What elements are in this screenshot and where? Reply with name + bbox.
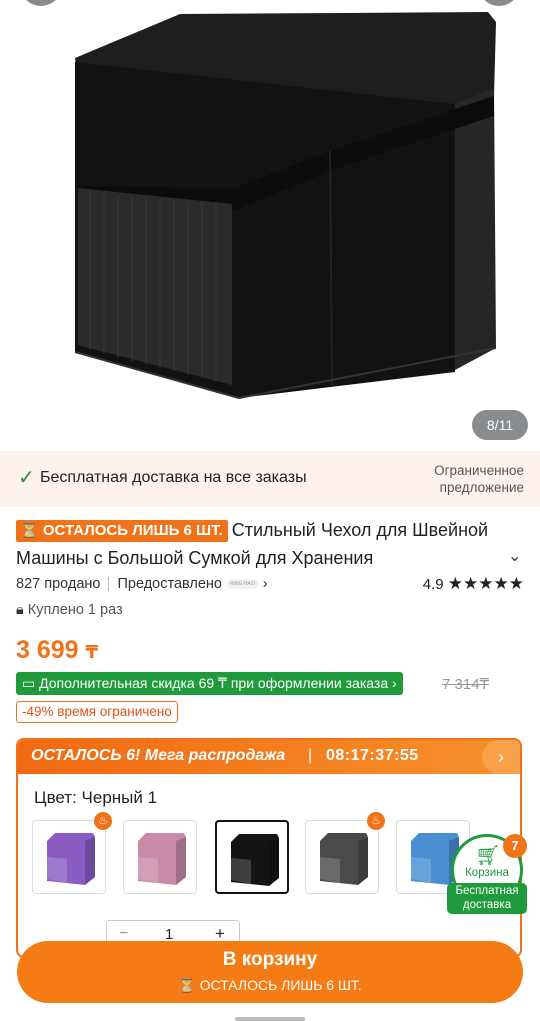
provider-logo: RING HAO	[226, 579, 259, 590]
color-swatch-pink[interactable]	[123, 820, 197, 894]
price-value: 3 699	[16, 636, 79, 664]
chevron-right-icon: ›	[392, 675, 397, 691]
hot-flame-icon: ♨	[94, 812, 112, 830]
rating-value: 4.9	[422, 576, 444, 593]
product-title[interactable]: ⏳ ОСТАЛОСЬ ЛИШЬ 6 ШТ. Стильный Чехол для …	[16, 516, 496, 572]
bought-info: 🔒︎ Куплено 1 раз	[16, 602, 123, 618]
star-icons: ★★★★★	[447, 574, 524, 593]
old-price: 7 314₸	[442, 676, 490, 693]
color-swatch-black[interactable]	[215, 820, 289, 894]
color-swatch-gray[interactable]	[305, 820, 379, 894]
check-icon: ✓	[18, 467, 35, 489]
hourglass-icon: ⏳	[178, 977, 196, 993]
color-swatch-purple[interactable]	[32, 820, 106, 894]
expand-title-chevron-icon[interactable]: ⌄	[508, 546, 521, 566]
product-image[interactable]: 8/11	[0, 0, 540, 448]
cart-count: 7	[503, 834, 527, 858]
stock-badge-text: ОСТАЛОСЬ ЛИШЬ 6 ШТ.	[42, 522, 223, 539]
add-to-cart-label: В корзину	[222, 949, 318, 970]
provided-by-label: Предоставлено	[117, 576, 223, 592]
free-shipping-text: Бесплатная доставка на все заказы	[40, 469, 307, 486]
limited-offer-text: Ограниченное предложение	[434, 463, 524, 495]
bought-text: Куплено 1 раз	[27, 602, 123, 618]
chevron-right-icon[interactable]: ›	[482, 740, 520, 774]
free-shipping-tag: Бесплатная доставка	[447, 883, 527, 914]
price-currency: ₸	[85, 642, 99, 662]
sales-info: 827 продано Предоставлено RING HAO ›	[16, 576, 268, 592]
flash-sale-label: ОСТАЛОСЬ 6! Мега распродажа	[31, 747, 286, 764]
provided-by-link[interactable]: Предоставлено RING HAO ›	[117, 576, 267, 592]
bag-icon: 🔒︎	[16, 602, 24, 618]
image-counter: 8/11	[472, 410, 528, 440]
chevron-right-icon: ›	[262, 576, 268, 592]
price: 3 699 ₸	[16, 636, 98, 665]
hot-flame-icon: ♨	[367, 812, 385, 830]
free-shipping-banner[interactable]: ✓ Бесплатная доставка на все заказы Огра…	[0, 451, 540, 507]
flash-sale-panel: ОСТАЛОСЬ 6! Мега распродажа | 08:17:37:5…	[16, 738, 522, 958]
stock-badge: ⏳ ОСТАЛОСЬ ЛИШЬ 6 ШТ.	[16, 520, 228, 542]
sewing-machine-cover-photo	[74, 12, 497, 399]
add-to-cart-button[interactable]: В корзину ⏳ ОСТАЛОСЬ ЛИШЬ 6 ШТ.	[17, 941, 523, 1003]
stock-note-text: ОСТАЛОСЬ ЛИШЬ 6 ШТ.	[199, 977, 362, 993]
sold-count: 827 продано	[16, 576, 101, 592]
cart-icon: 🛒︎	[475, 845, 501, 867]
extra-discount-badge[interactable]: ▭ Дополнительная скидка 69 ₸ при оформле…	[16, 672, 403, 695]
cart-label: Корзина	[465, 867, 509, 879]
countdown-timer: 08:17:37:55	[326, 747, 419, 764]
flash-sale-bar[interactable]: ОСТАЛОСЬ 6! Мега распродажа | 08:17:37:5…	[18, 740, 520, 774]
home-indicator	[235, 1017, 305, 1021]
coupon-icon: ▭	[22, 675, 36, 691]
stock-note: ⏳ ОСТАЛОСЬ ЛИШЬ 6 ШТ.	[17, 977, 523, 994]
hourglass-icon: ⏳	[20, 522, 39, 539]
extra-discount-text: Дополнительная скидка 69 ₸ при оформлени…	[39, 675, 389, 691]
discount-badge: -49% время ограничено	[16, 701, 178, 723]
color-label: Цвет: Черный 1	[34, 788, 158, 807]
rating[interactable]: 4.9 ★★★★★	[423, 574, 524, 594]
